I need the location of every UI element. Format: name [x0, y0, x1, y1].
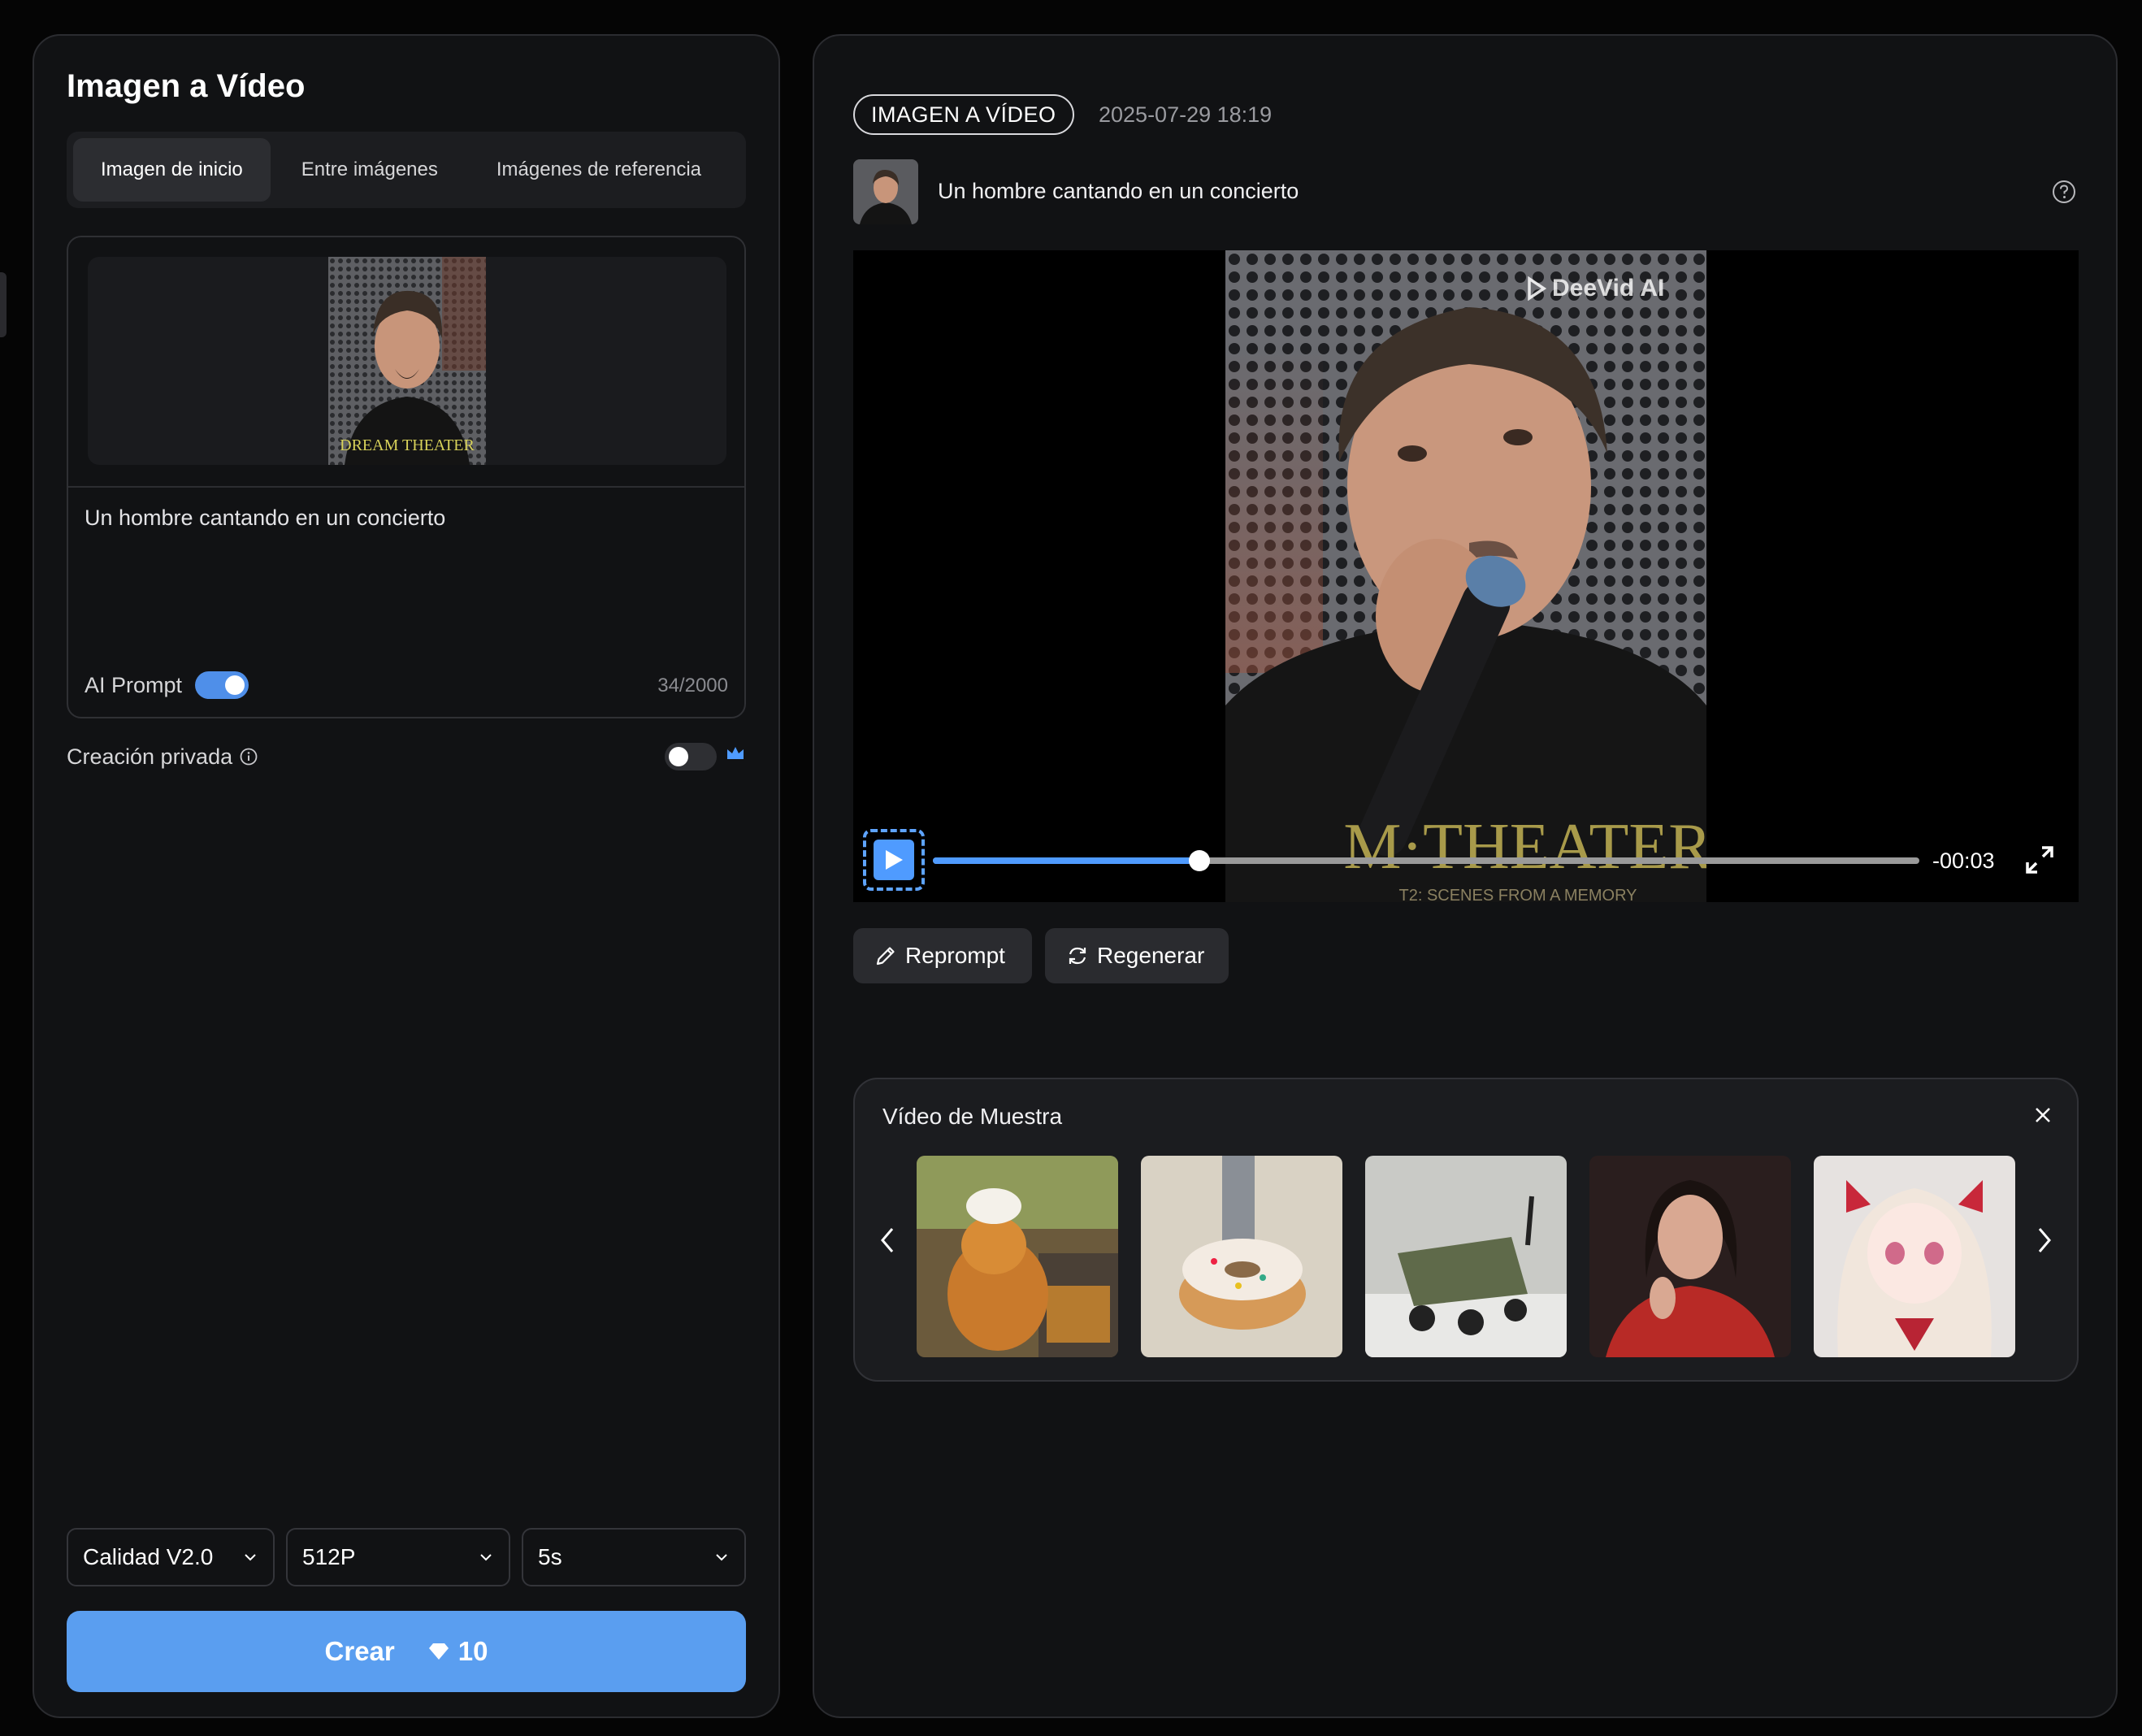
- refresh-icon: [1069, 947, 1086, 965]
- private-creation-row: Creación privada: [67, 736, 746, 777]
- play-button[interactable]: [863, 829, 925, 891]
- svg-text:DREAM THEATER: DREAM THEATER: [340, 436, 475, 454]
- crown-icon: [727, 747, 744, 759]
- ai-prompt-toggle[interactable]: [195, 671, 249, 699]
- regenerate-label: Regenerar: [1097, 943, 1205, 968]
- chevron-down-icon: [716, 1554, 727, 1561]
- page-title: Imagen a Vídeo: [67, 68, 306, 104]
- side-drawer-handle[interactable]: [0, 272, 7, 337]
- image-upload-zone[interactable]: DREAM THEATER: [88, 257, 726, 465]
- watermark-text: DeeVid AI: [1552, 275, 1665, 302]
- close-icon[interactable]: [2031, 1104, 2054, 1126]
- svg-text:M·THEATER: M·THEATER: [1343, 811, 1706, 883]
- duration-select[interactable]: 5s: [522, 1528, 746, 1586]
- progress-knob[interactable]: [1188, 850, 1210, 871]
- quality-value: Calidad V2.0: [83, 1544, 214, 1569]
- sample-thumb-anime-girl[interactable]: [1814, 1156, 2015, 1357]
- prompt-input[interactable]: Un hombre cantando en un concierto: [85, 506, 445, 531]
- sample-videos-card: Vídeo de Muestra: [853, 1078, 2079, 1382]
- svg-text:T2: SCENES FROM A MEMORY: T2: SCENES FROM A MEMORY: [1398, 887, 1637, 902]
- time-remaining: -00:03: [1932, 848, 1995, 873]
- pencil-icon: [876, 947, 895, 966]
- info-icon[interactable]: [239, 747, 258, 766]
- sample-thumb-cat-baker[interactable]: [917, 1156, 1118, 1357]
- chevron-right-icon[interactable]: [2031, 1224, 2056, 1256]
- progress-bar[interactable]: [933, 850, 1919, 871]
- timestamp: 2025-07-29 18:19: [1099, 102, 1273, 127]
- chevron-left-icon[interactable]: [876, 1224, 900, 1256]
- video-player[interactable]: M·THEATER T2: SCENES FROM A MEMORY DeeVi…: [853, 250, 2079, 902]
- uploaded-image: DREAM THEATER: [328, 257, 486, 465]
- char-counter: 34/2000: [657, 675, 728, 697]
- result-panel: IMAGEN A VÍDEO 2025-07-29 18:19 Un hombr…: [813, 34, 2118, 1718]
- watermark: DeeVid AI: [1526, 275, 1664, 302]
- mode-tabs: Imagen de inicio Entre imágenes Imágenes…: [67, 132, 746, 208]
- ai-prompt-label: AI Prompt: [85, 672, 183, 697]
- credit-value: 10: [457, 1636, 488, 1666]
- credit-cost: 10: [427, 1636, 488, 1667]
- private-creation-toggle[interactable]: [665, 743, 717, 770]
- sample-thumbnails: [917, 1156, 2015, 1357]
- chevron-down-icon: [480, 1554, 492, 1561]
- play-icon: [886, 850, 903, 870]
- reprompt-label: Reprompt: [905, 943, 1005, 968]
- mode-badge: IMAGEN A VÍDEO: [853, 94, 1074, 135]
- diamond-icon: [428, 1643, 449, 1660]
- sample-thumb-donut-robot[interactable]: [1141, 1156, 1342, 1357]
- deevid-logo-icon: [1528, 276, 1547, 301]
- source-image-thumbnail[interactable]: [853, 159, 918, 224]
- prompt-upload-box: DREAM THEATER Un hombre cantando en un c…: [67, 236, 746, 718]
- fullscreen-icon[interactable]: [2023, 844, 2056, 876]
- private-creation-label: Creación privada: [67, 744, 233, 769]
- create-label: Crear: [324, 1636, 395, 1666]
- sample-thumb-camping-wagon[interactable]: [1365, 1156, 1567, 1357]
- regenerate-button[interactable]: Regenerar: [1045, 928, 1229, 983]
- video-frame: M·THEATER T2: SCENES FROM A MEMORY DeeVi…: [1225, 250, 1706, 902]
- chevron-down-icon: [245, 1554, 256, 1561]
- sample-videos-title: Vídeo de Muestra: [882, 1104, 1063, 1129]
- generation-form-panel: Imagen a Vídeo Imagen de inicio Entre im…: [33, 34, 780, 1718]
- divider: [68, 486, 744, 488]
- tab-between-images[interactable]: Entre imágenes: [274, 138, 466, 202]
- help-icon[interactable]: [2051, 179, 2077, 205]
- play-button-inner: [874, 840, 914, 880]
- reprompt-button[interactable]: Reprompt: [853, 928, 1032, 983]
- video-title: Un hombre cantando en un concierto: [938, 179, 1299, 203]
- ai-prompt-row: AI Prompt: [85, 671, 249, 699]
- tab-start-image[interactable]: Imagen de inicio: [73, 138, 271, 202]
- resolution-value: 512P: [302, 1544, 356, 1569]
- sample-thumb-woman-red-sweater[interactable]: [1589, 1156, 1791, 1357]
- quality-select[interactable]: Calidad V2.0: [67, 1528, 275, 1586]
- tab-reference-images[interactable]: Imágenes de referencia: [469, 138, 729, 202]
- create-button[interactable]: Crear 10: [67, 1611, 746, 1692]
- progress-fill: [933, 857, 1199, 864]
- resolution-select[interactable]: 512P: [286, 1528, 510, 1586]
- duration-value: 5s: [538, 1544, 562, 1569]
